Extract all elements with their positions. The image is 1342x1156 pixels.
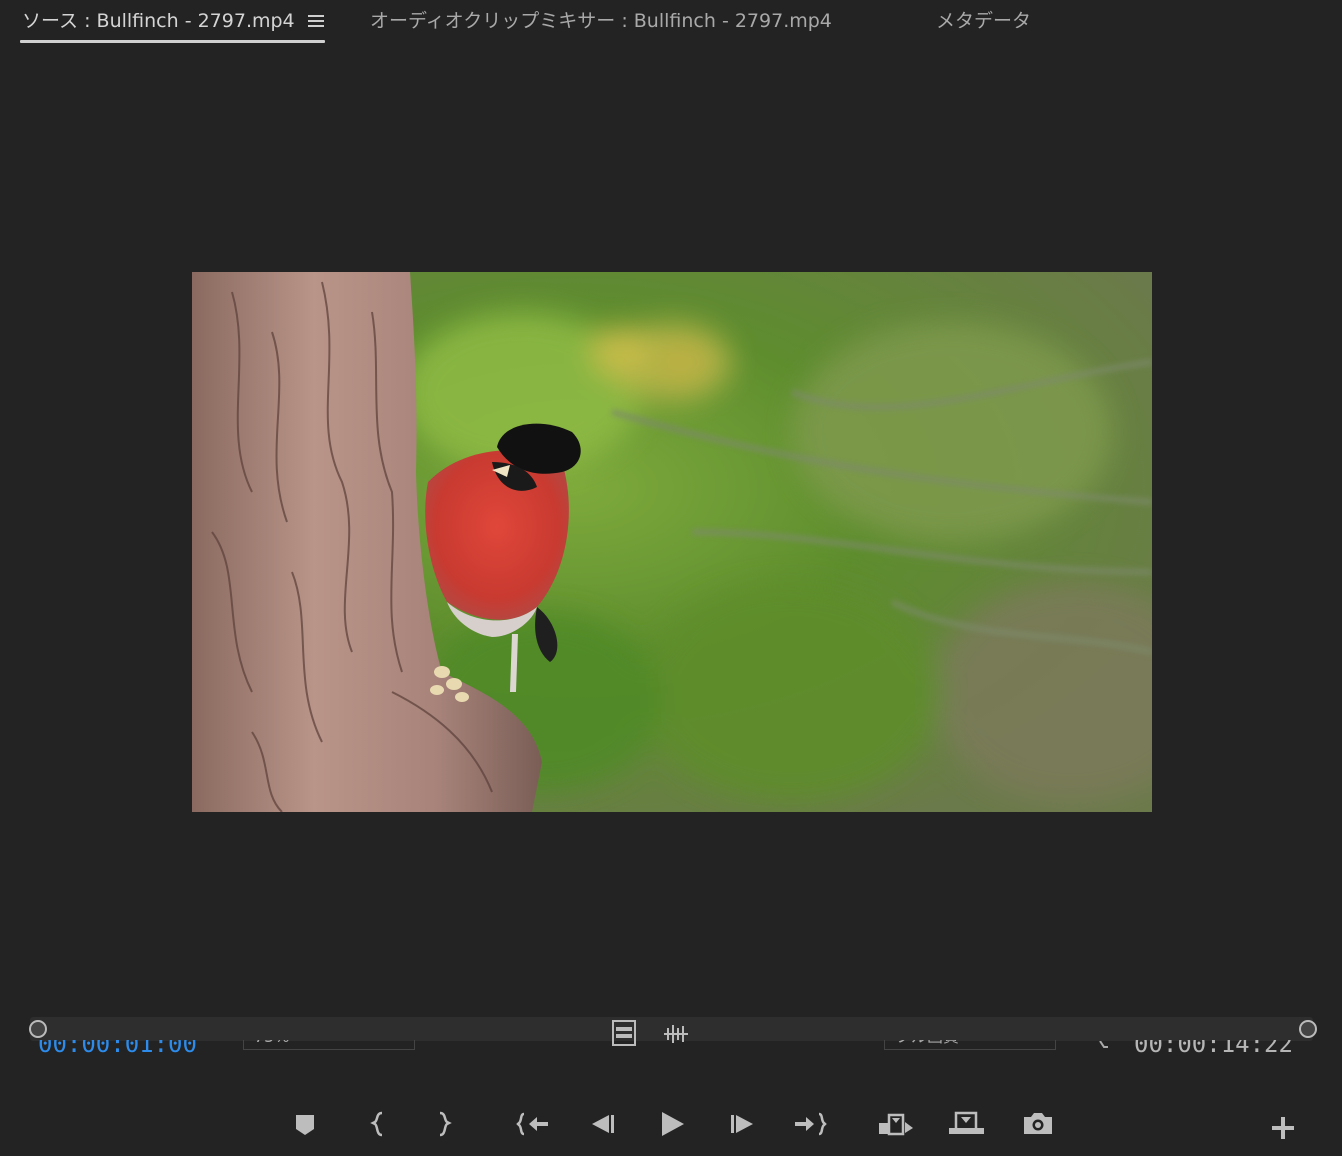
tab-audio-clip-mixer[interactable]: オーディオクリップミキサー : Bullfinch - 2797.mp4 xyxy=(370,8,832,34)
overwrite-icon[interactable] xyxy=(948,1106,984,1142)
active-tab-indicator xyxy=(20,40,325,43)
step-forward-icon[interactable] xyxy=(725,1106,761,1142)
add-button-icon[interactable] xyxy=(1265,1110,1301,1146)
panel-tab-bar: ソース : Bullfinch - 2797.mp4 オーディオクリップミキサー… xyxy=(0,0,1342,46)
playback-quality-dropdown[interactable]: フル画質 xyxy=(884,1040,1056,1050)
duration-timecode: 00:00:14:22 xyxy=(1134,1040,1293,1058)
zoom-dropdown[interactable]: 75% xyxy=(243,1040,415,1050)
marker-icon[interactable] xyxy=(287,1106,323,1142)
video-preview xyxy=(192,272,1152,812)
range-end-handle[interactable] xyxy=(1298,1019,1318,1039)
go-to-out-icon[interactable] xyxy=(792,1106,828,1142)
current-timecode[interactable]: 00:00:01:00 xyxy=(38,1040,197,1058)
tab-source[interactable]: ソース : Bullfinch - 2797.mp4 xyxy=(22,8,295,34)
mark-out-icon[interactable] xyxy=(425,1106,461,1142)
export-frame-icon[interactable] xyxy=(1020,1106,1056,1142)
monitor-readouts: 00:00:01:00 75% フル画質 00:00:14:22 xyxy=(0,1040,1342,1060)
insert-icon[interactable] xyxy=(878,1106,914,1142)
settings-wrench-icon[interactable] xyxy=(1098,1040,1112,1048)
mark-in-icon[interactable] xyxy=(361,1106,397,1142)
range-start-handle[interactable] xyxy=(28,1019,48,1039)
play-icon[interactable] xyxy=(654,1106,690,1142)
hamburger-icon[interactable] xyxy=(307,13,325,29)
step-back-icon[interactable] xyxy=(584,1106,620,1142)
go-to-in-icon[interactable] xyxy=(515,1106,551,1142)
tab-metadata[interactable]: メタデータ xyxy=(936,8,1031,34)
